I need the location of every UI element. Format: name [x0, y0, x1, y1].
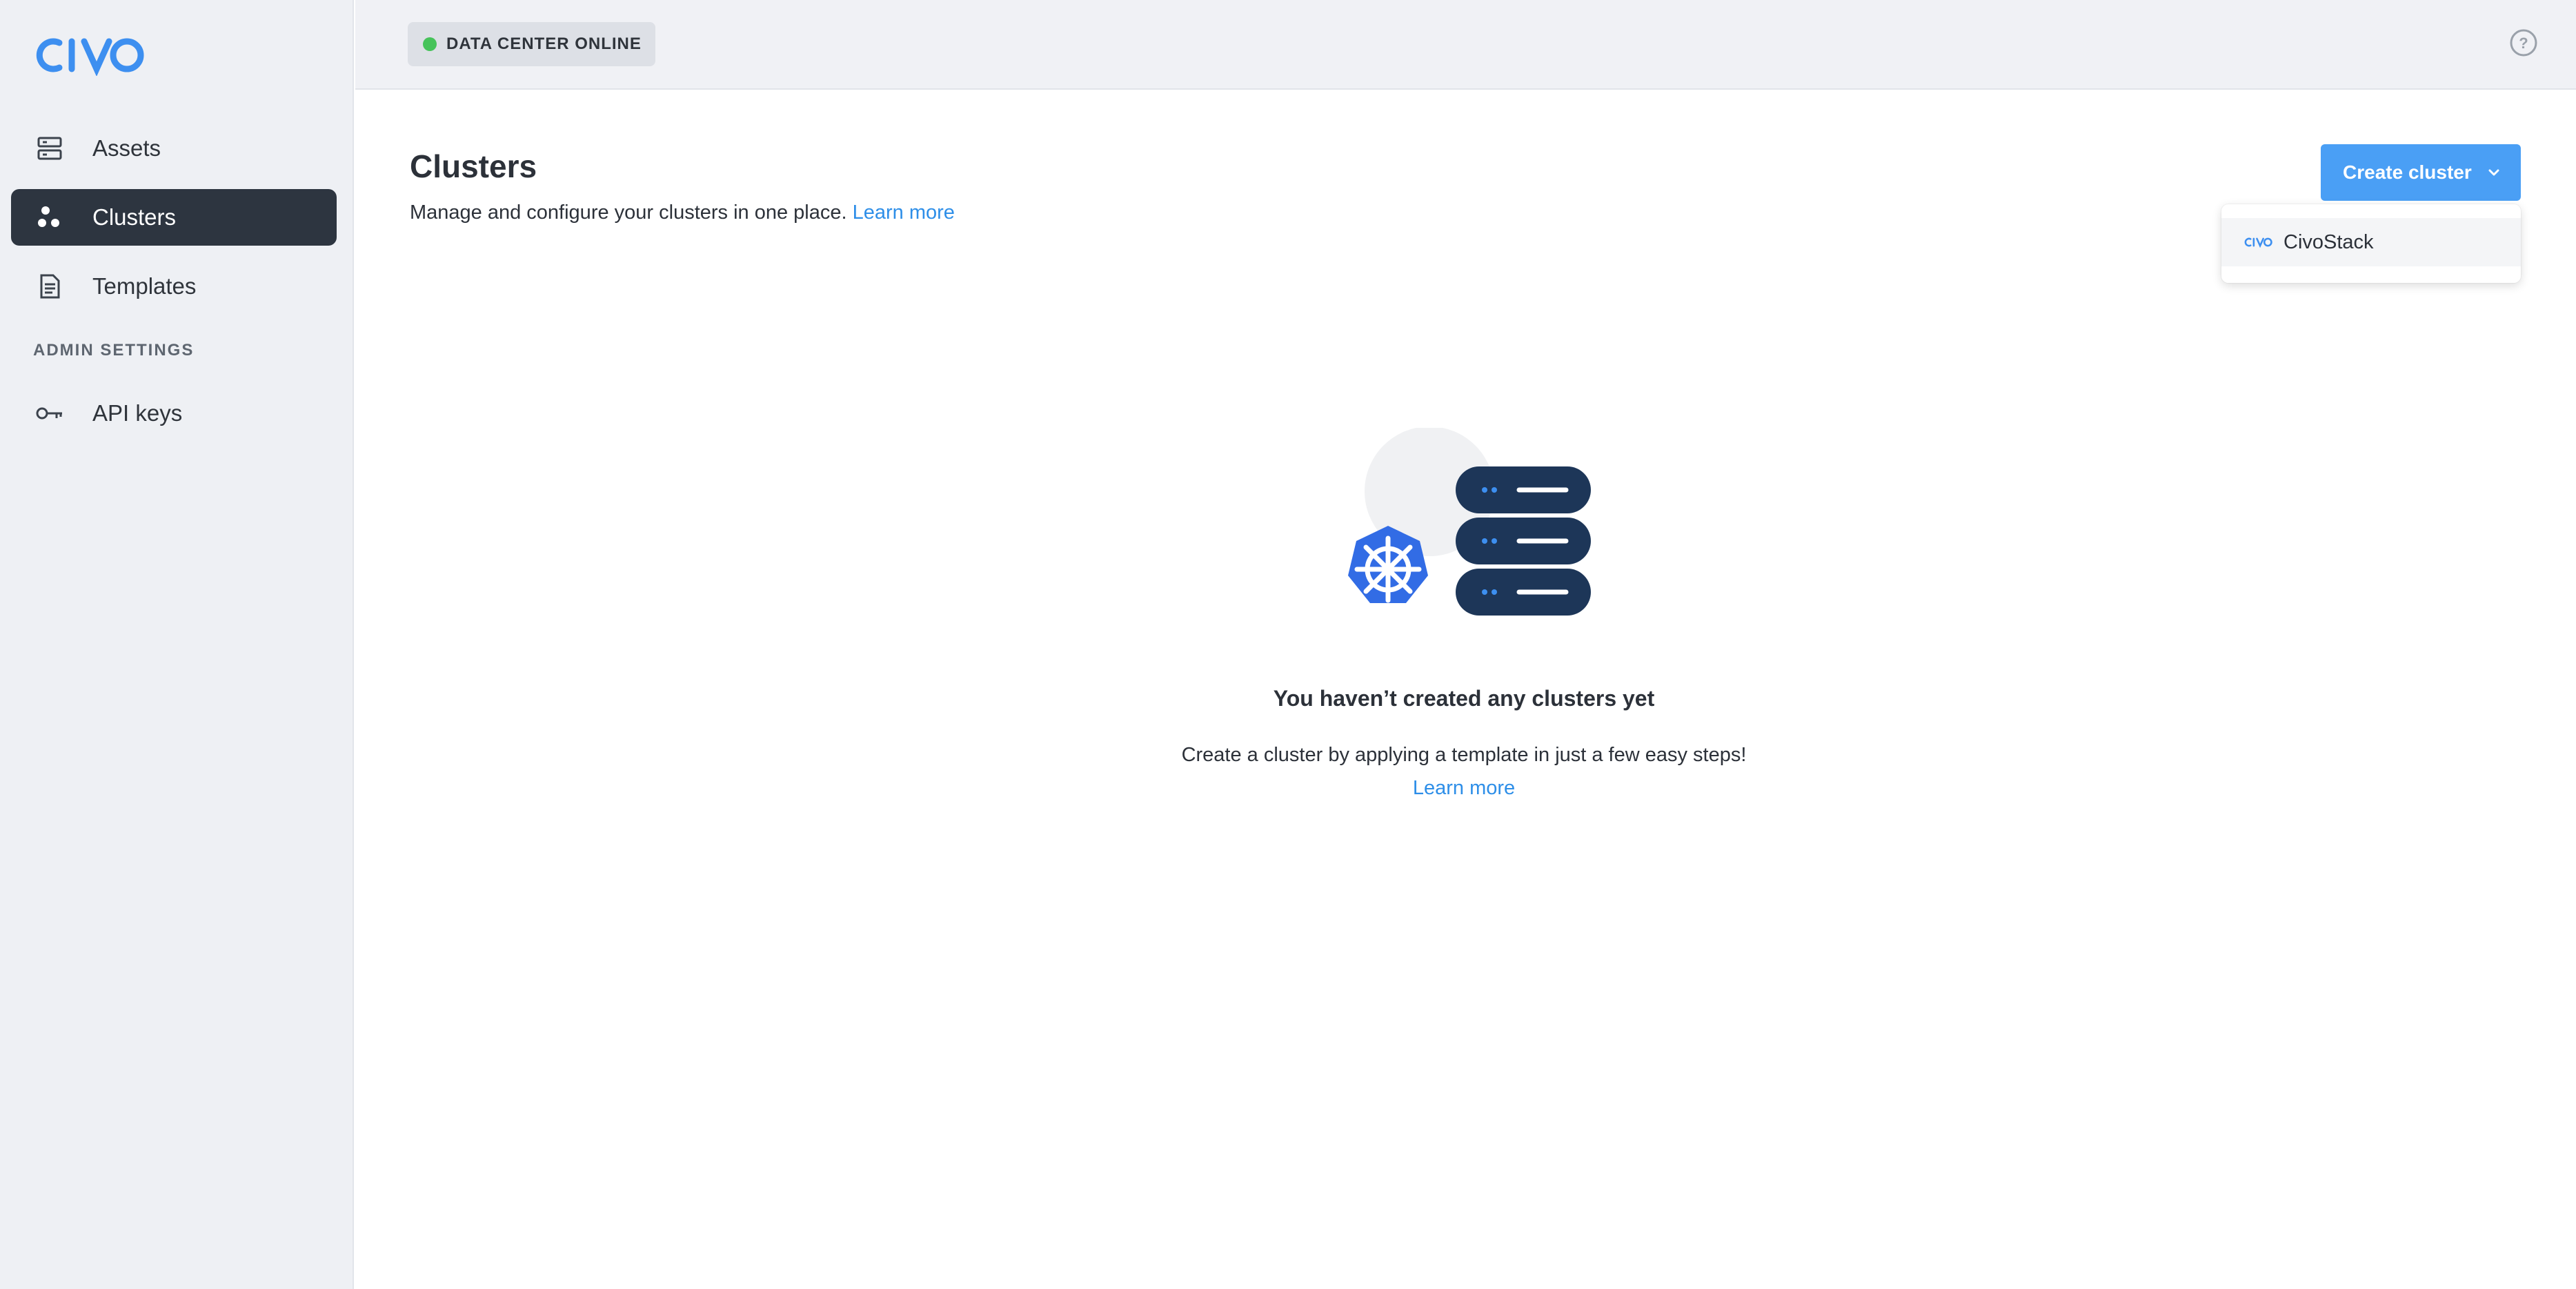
- page-title: Clusters: [410, 148, 537, 184]
- sidebar-item-label: Templates: [92, 273, 197, 299]
- chevron-down-icon: [2488, 169, 2499, 176]
- create-cluster-label: Create cluster: [2343, 161, 2472, 183]
- status-text: DATA CENTER ONLINE: [446, 35, 642, 53]
- status-badge: DATA CENTER ONLINE: [408, 22, 655, 66]
- sidebar-item-templates[interactable]: Templates: [11, 258, 337, 315]
- sidebar-item-assets[interactable]: Assets: [11, 120, 337, 177]
- dropdown-item-civostack[interactable]: CivoStack: [2221, 218, 2521, 266]
- subtitle-text: Manage and configure your clusters in on…: [410, 201, 847, 224]
- page-subtitle: Manage and configure your clusters in on…: [410, 201, 955, 224]
- sidebar-item-api-keys[interactable]: API keys: [11, 385, 337, 442]
- civo-logo[interactable]: [32, 35, 145, 76]
- app-root: Assets Clusters Templates ADMIN SETTINGS…: [0, 0, 2576, 1289]
- sidebar-item-label: Assets: [92, 135, 161, 161]
- sidebar-item-label: API keys: [92, 400, 183, 426]
- document-icon: [34, 271, 65, 302]
- learn-more-link[interactable]: Learn more: [853, 201, 955, 224]
- civo-mini-logo-icon: [2244, 237, 2272, 248]
- key-icon: [34, 398, 65, 429]
- server-icon: [34, 133, 65, 164]
- svg-text:?: ?: [2519, 35, 2528, 52]
- create-cluster-button[interactable]: Create cluster: [2321, 144, 2521, 201]
- empty-state-description: Create a cluster by applying a template …: [1181, 744, 1747, 766]
- empty-clusters-illustration: [1348, 428, 1591, 616]
- empty-state-title: You haven’t created any clusters yet: [1273, 686, 1655, 711]
- sidebar-item-label: Clusters: [92, 204, 177, 230]
- help-icon[interactable]: ?: [2508, 28, 2539, 58]
- top-bar: DATA CENTER ONLINE ?: [355, 0, 2576, 90]
- admin-settings-heading: ADMIN SETTINGS: [33, 341, 195, 360]
- status-dot-icon: [423, 37, 437, 51]
- sidebar: Assets Clusters Templates ADMIN SETTINGS…: [0, 0, 354, 1289]
- sidebar-item-clusters[interactable]: Clusters: [11, 189, 337, 246]
- create-cluster-dropdown: CivoStack: [2221, 204, 2521, 283]
- cluster-icon: [34, 202, 65, 233]
- empty-state-learn-more-link[interactable]: Learn more: [1326, 777, 1602, 800]
- dropdown-item-label: CivoStack: [2283, 230, 2374, 253]
- server-stack-icon: [1456, 466, 1591, 616]
